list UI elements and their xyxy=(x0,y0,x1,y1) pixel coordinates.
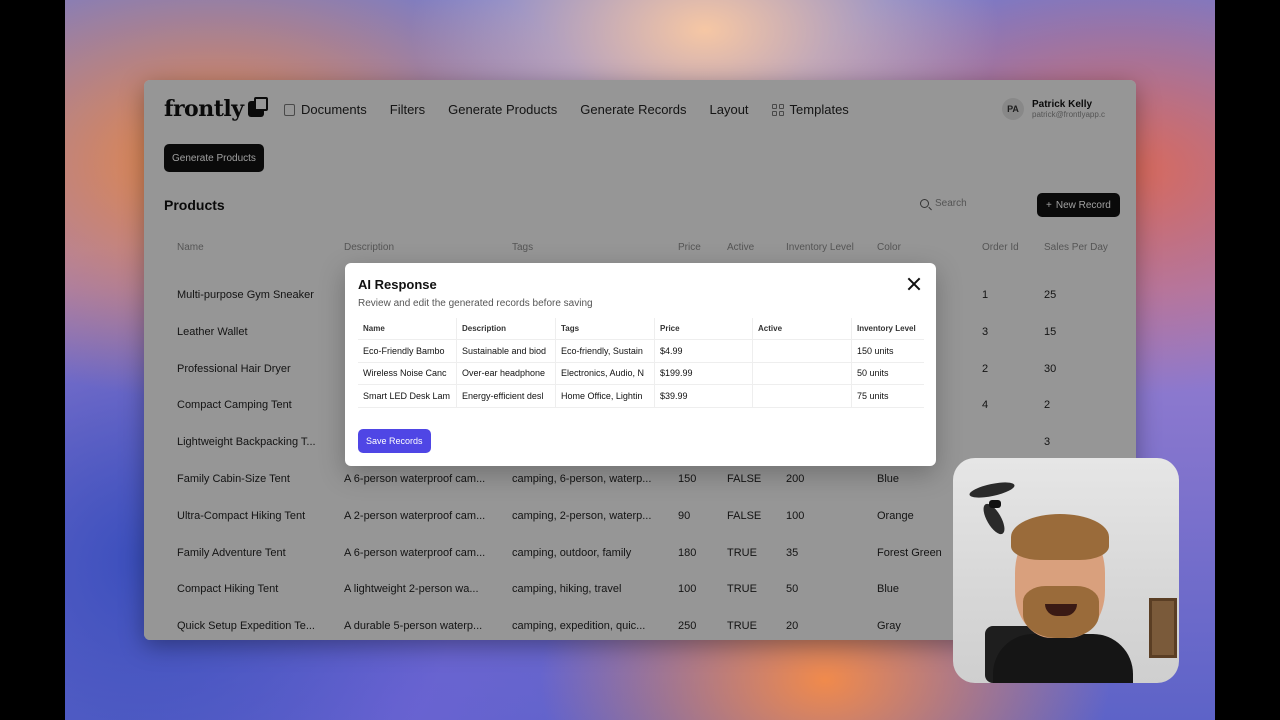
wall-picture xyxy=(1149,598,1177,658)
ai-editable-cell[interactable]: Sustainable and biod xyxy=(457,340,556,362)
ceiling-fan xyxy=(959,476,1039,538)
modal-title: AI Response xyxy=(358,277,437,292)
ai-editable-cell[interactable]: Wireless Noise Canc xyxy=(358,362,457,384)
modal-subtitle: Review and edit the generated records be… xyxy=(358,298,593,309)
ai-editable-cell[interactable]: 150 units xyxy=(852,340,924,362)
ai-table-row: Smart LED Desk Lam Energy-efficient desl H… xyxy=(358,385,924,408)
ai-editable-cell[interactable] xyxy=(753,385,852,407)
ai-column-header: Inventory Level xyxy=(857,324,916,333)
ai-editable-cell[interactable]: Eco-Friendly Bambo xyxy=(358,340,457,362)
ai-editable-cell[interactable]: 50 units xyxy=(852,363,924,385)
webcam-overlay xyxy=(953,458,1179,683)
ai-table-row: Wireless Noise Canc Over-ear headphone Ele… xyxy=(358,362,924,385)
ai-editable-cell[interactable]: Over-ear headphone xyxy=(457,362,556,384)
ai-column-header: Active xyxy=(753,318,852,339)
ai-column-header: Price xyxy=(655,318,753,339)
ai-editable-cell[interactable] xyxy=(753,340,852,362)
ai-editable-cell[interactable]: Electronics, Audio, N xyxy=(556,362,655,384)
ai-table-header: Name Description Tags Price Active Inventory … xyxy=(358,318,924,340)
ai-records-table: Name Description Tags Price Active Inventory … xyxy=(358,318,924,408)
save-records-button[interactable]: Save Records xyxy=(358,429,431,453)
close-icon[interactable] xyxy=(907,277,921,291)
person-hair xyxy=(1011,514,1109,560)
ai-editable-cell[interactable]: Home Office, Lightin xyxy=(556,385,655,407)
ai-table-row: Eco-Friendly Bambo Sustainable and biod Ec… xyxy=(358,340,924,363)
ai-editable-cell[interactable]: Energy-efficient desl xyxy=(457,385,556,407)
ai-editable-cell[interactable]: $39.99 xyxy=(655,385,753,407)
ai-editable-cell[interactable]: 75 units xyxy=(852,385,924,407)
ai-editable-cell[interactable]: Smart LED Desk Lam xyxy=(358,385,457,407)
ai-column-header: Description xyxy=(457,318,556,339)
ai-column-header: Tags xyxy=(556,318,655,339)
ai-editable-cell[interactable]: Eco-friendly, Sustain xyxy=(556,340,655,362)
ai-editable-cell[interactable] xyxy=(753,362,852,384)
ai-column-header: Name xyxy=(358,318,457,339)
ai-editable-cell[interactable]: $4.99 xyxy=(655,340,753,362)
ai-response-modal: AI Response Review and edit the generate… xyxy=(345,263,936,466)
person-body xyxy=(993,634,1133,683)
ai-editable-cell[interactable]: $199.99 xyxy=(655,362,753,384)
